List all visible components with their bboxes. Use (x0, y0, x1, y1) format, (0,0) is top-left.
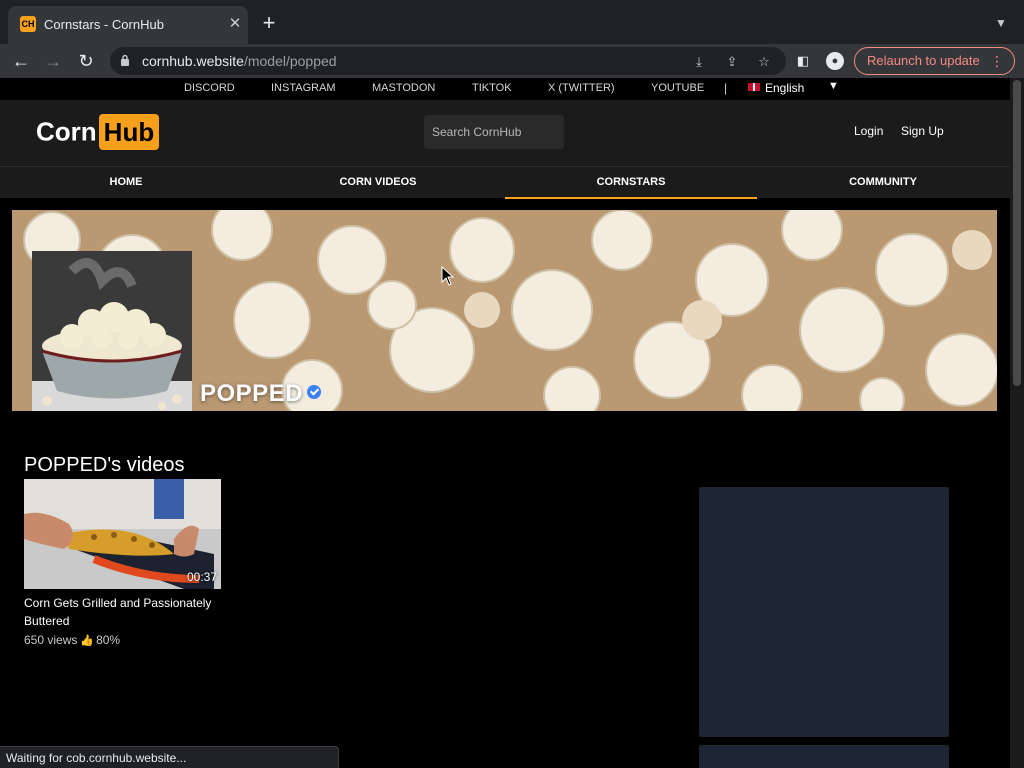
more-menu-icon[interactable]: ⋮ (990, 48, 1004, 74)
bookmark-star-icon[interactable]: ☆ (755, 53, 773, 71)
relaunch-to-update-button[interactable]: Relaunch to update ⋮ (854, 47, 1015, 75)
language-label: English (765, 81, 805, 95)
language-selector[interactable]: English (748, 81, 804, 95)
logo-hub-text: Hub (98, 114, 160, 150)
uk-flag-icon (748, 83, 760, 91)
cornhub-favicon-icon: CH (20, 16, 36, 32)
tab-title: Cornstars - CornHub (44, 17, 164, 32)
new-tab-icon[interactable]: + (258, 12, 280, 35)
share-icon[interactable]: ⇪ (723, 53, 741, 71)
back-arrow-icon[interactable]: ← (9, 49, 33, 73)
nav-community[interactable]: COMMUNITY (757, 167, 1009, 199)
video-duration: 00:37 (186, 570, 217, 584)
url-text: cornhub.website/model/popped (142, 53, 337, 69)
main-navigation: HOME CORN VIDEOS CORNSTARS COMMUNITY (0, 166, 1010, 199)
model-avatar (32, 251, 192, 411)
tab-search-chevron-icon[interactable]: ▼ (992, 14, 1010, 32)
separator: | (724, 81, 728, 95)
social-links-bar: DISCORD INSTAGRAM MASTODON TIKTOK X (TWI… (0, 78, 1010, 100)
videos-section-title: POPPED's videos (24, 454, 185, 476)
lock-icon (121, 54, 129, 66)
model-name-text: POPPED (200, 380, 304, 407)
social-link-mastodon[interactable]: MASTODON (372, 82, 435, 94)
video-meta: 650 views 👍 80% (24, 633, 221, 647)
cornhub-logo[interactable]: Corn Hub (36, 114, 160, 150)
logo-corn-text: Corn (36, 116, 97, 147)
forward-arrow-icon[interactable]: → (41, 49, 65, 73)
social-link-instagram[interactable]: INSTAGRAM (271, 82, 336, 94)
reload-icon[interactable]: ↻ (74, 49, 98, 73)
popcorn-bowl-image (32, 251, 192, 411)
url-path: /model/popped (243, 53, 337, 69)
social-link-youtube[interactable]: YOUTUBE (651, 82, 704, 94)
browser-tab[interactable]: CH Cornstars - CornHub ✕ (8, 6, 248, 44)
ad-placeholder-secondary (699, 745, 949, 768)
side-panel-icon[interactable]: ◧ (794, 52, 812, 70)
social-link-discord[interactable]: DISCORD (184, 82, 235, 94)
social-link-x-twitter[interactable]: X (TWITTER) (548, 82, 615, 94)
site-header: CornHub Login Sign Up (0, 100, 1010, 166)
browser-tab-strip: CH Cornstars - CornHub ✕ + ▼ (0, 0, 1024, 44)
signup-link[interactable]: Sign Up (901, 124, 944, 138)
login-link[interactable]: Login (854, 124, 883, 138)
video-thumbnail[interactable]: 00:37 (24, 479, 221, 589)
search-input[interactable] (424, 115, 564, 149)
profile-avatar-icon[interactable]: ● (826, 52, 844, 70)
browser-toolbar: ← → ↻ cornhub.website/model/popped ⤓ ⇪ ☆… (0, 44, 1024, 78)
video-views: 650 views (24, 633, 78, 647)
scrollbar-thumb[interactable] (1013, 80, 1021, 386)
model-name: POPPED (200, 380, 322, 408)
verified-badge-icon (307, 385, 322, 399)
install-app-icon[interactable]: ⤓ (690, 53, 708, 71)
vertical-scrollbar[interactable] (1010, 78, 1024, 768)
video-card[interactable]: 00:37 Corn Gets Grilled and Passionately… (24, 479, 221, 647)
thumbs-up-icon: 👍 (80, 635, 95, 647)
nav-home[interactable]: HOME (0, 167, 252, 199)
nav-corn-videos[interactable]: CORN VIDEOS (252, 167, 504, 199)
page-content: DISCORD INSTAGRAM MASTODON TIKTOK X (TWI… (0, 78, 1010, 768)
nav-cornstars[interactable]: CORNSTARS (505, 167, 757, 199)
ad-placeholder (699, 487, 949, 737)
url-host: cornhub.website (142, 53, 244, 69)
status-bar: Waiting for cob.cornhub.website... (0, 746, 339, 768)
relaunch-label: Relaunch to update (867, 53, 980, 68)
close-tab-icon[interactable]: ✕ (226, 15, 244, 33)
mouse-cursor-icon (441, 266, 455, 286)
video-title[interactable]: Corn Gets Grilled and Passionately Butte… (24, 594, 221, 630)
social-link-tiktok[interactable]: TIKTOK (472, 82, 512, 94)
video-rating: 80% (96, 633, 121, 647)
chevron-down-icon[interactable]: ▼ (828, 80, 839, 92)
address-bar[interactable]: cornhub.website/model/popped ⤓ ⇪ ☆ (110, 47, 786, 75)
